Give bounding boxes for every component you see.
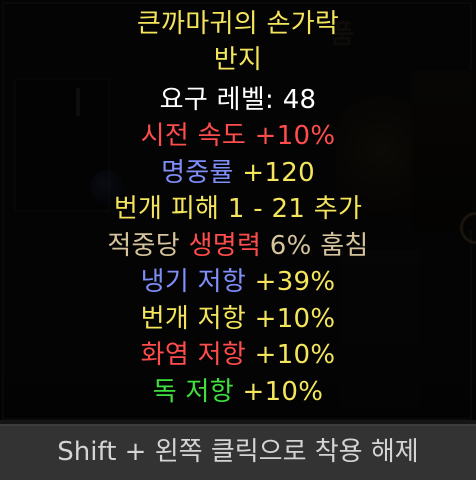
game-screen: 품 큰까마귀의 손가락 반지 요구 레벨: 48 시전 속도 +10%명중률 +… bbox=[0, 0, 476, 480]
item-mod-line: 명중률 +120 bbox=[0, 155, 476, 191]
item-mod-segment: 적중당 bbox=[107, 230, 189, 261]
unequip-hint: Shift + 왼쪽 클릭으로 착용 해제 bbox=[57, 437, 419, 467]
item-mod-line: 독 저항 +10% bbox=[0, 374, 476, 410]
item-mod-segment: 냉기 저항 bbox=[140, 267, 247, 297]
required-level-value: 48 bbox=[282, 85, 317, 115]
required-level-label: 요구 레벨: bbox=[159, 85, 283, 115]
item-mod-segment: 6% 훔침 bbox=[261, 230, 369, 261]
item-type-text: 반지 bbox=[213, 45, 263, 75]
item-mod-segment: +10% bbox=[246, 340, 336, 370]
item-mod-line: 냉기 저항 +39% bbox=[0, 264, 476, 300]
item-mod-segment: 시전 속도 +10% bbox=[140, 121, 336, 151]
item-mod-segment: 번개 피해 1 - 21 추가 bbox=[113, 194, 363, 224]
item-mod-segment: 명중률 bbox=[161, 157, 234, 188]
item-mod-segment: 독 저항 bbox=[152, 376, 234, 407]
item-type: 반지 bbox=[0, 42, 476, 78]
item-mod-segment: 화염 저항 bbox=[140, 340, 247, 370]
item-name: 큰까마귀의 손가락 bbox=[0, 6, 476, 42]
required-level: 요구 레벨: 48 bbox=[0, 82, 476, 118]
item-mod-line: 적중당 생명력 6% 훔침 bbox=[0, 228, 476, 264]
item-name-text: 큰까마귀의 손가락 bbox=[136, 9, 340, 39]
item-mod-line: 번개 저항 +10% bbox=[0, 301, 476, 337]
item-mod-segment: +10% bbox=[233, 376, 324, 407]
hint-bar: Shift + 왼쪽 클릭으로 착용 해제 bbox=[0, 424, 476, 480]
item-mod-segment: 생명력 bbox=[188, 230, 262, 261]
item-mod-line: 화염 저항 +10% bbox=[0, 337, 476, 373]
item-mod-segment: +120 bbox=[233, 157, 315, 188]
item-mod-segment: +39% bbox=[246, 267, 336, 297]
item-tooltip: 큰까마귀의 손가락 반지 요구 레벨: 48 시전 속도 +10% 명중률 +12… bbox=[0, 0, 476, 420]
item-mod-segment: 번개 저항 +10% bbox=[140, 303, 336, 334]
item-mod-line: 번개 피해 1 - 21 추가 bbox=[0, 191, 476, 227]
item-mod-line: 시전 속도 +10% bbox=[0, 118, 476, 154]
